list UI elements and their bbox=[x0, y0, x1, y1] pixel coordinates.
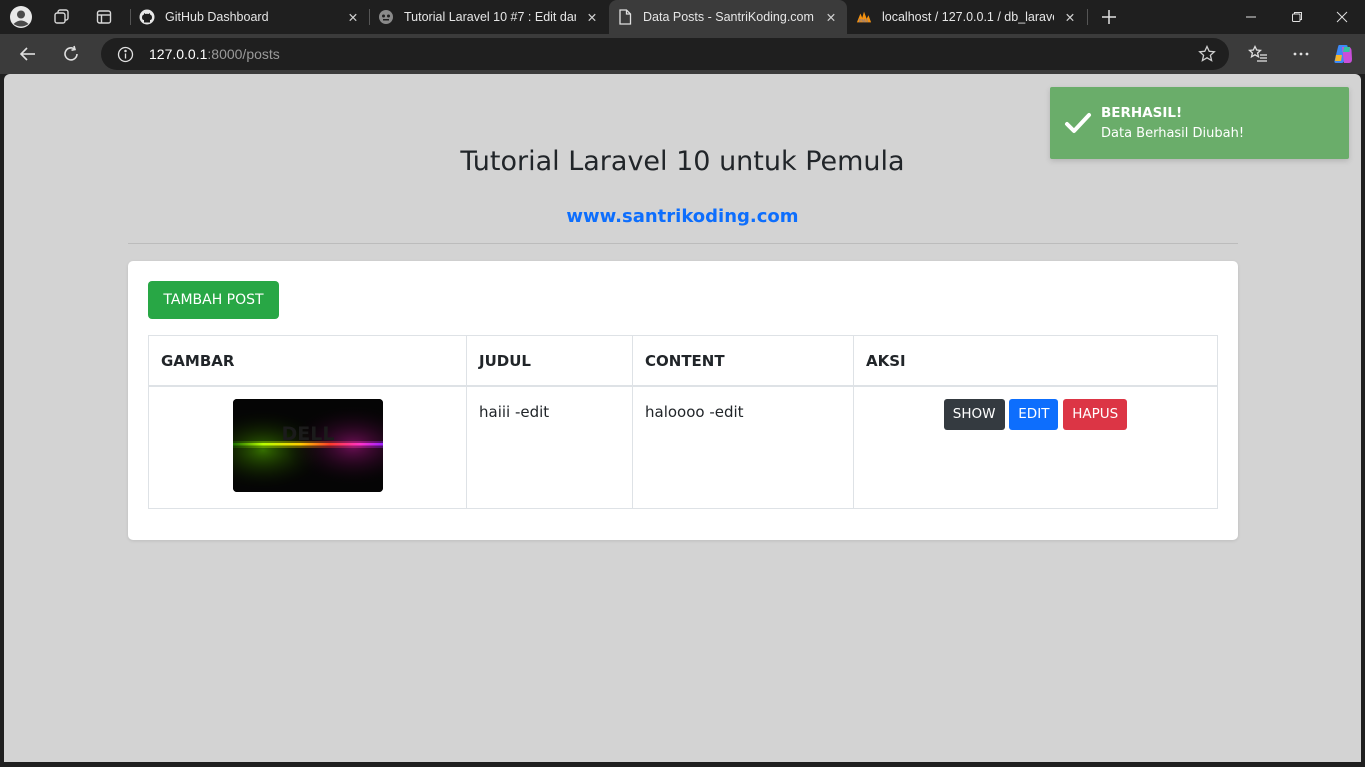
toast-title: BERHASIL! bbox=[1101, 105, 1183, 121]
favorite-star-icon[interactable] bbox=[1197, 44, 1217, 64]
tab-title: localhost / 127.0.0.1 / db_laravel_ bbox=[882, 10, 1054, 24]
window-close-icon[interactable] bbox=[1319, 0, 1365, 34]
favorites-icon[interactable] bbox=[1244, 40, 1272, 68]
address-bar[interactable]: 127.0.0.1:8000/posts bbox=[101, 38, 1229, 70]
tab-title: Data Posts - SantriKoding.com bbox=[643, 10, 814, 24]
browser-toolbar: 127.0.0.1:8000/posts bbox=[0, 34, 1365, 74]
success-toast[interactable]: BERHASIL! Data Berhasil Diubah! bbox=[1050, 87, 1349, 159]
tab-tutorial-laravel[interactable]: Tutorial Laravel 10 #7 : Edit dan Update… bbox=[370, 0, 608, 34]
browser-tab-strip: GitHub Dashboard ✕ Tutorial Laravel 10 #… bbox=[0, 0, 1365, 34]
tab-github-dashboard[interactable]: GitHub Dashboard ✕ bbox=[131, 0, 369, 34]
page-icon bbox=[617, 9, 633, 25]
close-icon[interactable]: ✕ bbox=[582, 7, 602, 27]
divider bbox=[128, 243, 1238, 244]
close-icon[interactable]: ✕ bbox=[821, 7, 841, 27]
phpmyadmin-icon: PMA bbox=[856, 9, 872, 25]
delete-button[interactable]: HAPUS bbox=[1063, 398, 1128, 430]
tab-phpmyadmin[interactable]: PMA localhost / 127.0.0.1 / db_laravel_ … bbox=[848, 0, 1086, 34]
url-path: :8000/posts bbox=[207, 46, 280, 62]
column-header-gambar: GAMBAR bbox=[148, 335, 467, 387]
cell-actions: SHOW EDIT HAPUS bbox=[853, 385, 1218, 509]
info-icon[interactable] bbox=[115, 44, 135, 64]
toast-message: Data Berhasil Diubah! bbox=[1101, 126, 1245, 141]
column-header-content: CONTENT bbox=[632, 335, 854, 387]
profile-avatar-icon[interactable] bbox=[9, 5, 33, 29]
edit-button[interactable]: EDIT bbox=[1009, 398, 1059, 430]
show-button[interactable]: SHOW bbox=[943, 398, 1005, 430]
cell-image: DELL bbox=[148, 385, 467, 509]
tab-data-posts[interactable]: Data Posts - SantriKoding.com ✕ bbox=[609, 0, 847, 34]
tab-title: GitHub Dashboard bbox=[165, 10, 269, 24]
posts-table: GAMBAR JUDUL CONTENT AKSI DELL haiii -ed… bbox=[148, 335, 1218, 509]
santrikoding-icon bbox=[378, 9, 394, 25]
cell-content: haloooo -edit bbox=[632, 385, 854, 509]
vertical-tabs-icon[interactable] bbox=[92, 5, 116, 29]
column-header-judul: JUDUL bbox=[466, 335, 633, 387]
copilot-icon[interactable] bbox=[1329, 40, 1357, 68]
workspaces-icon[interactable] bbox=[50, 5, 74, 29]
github-icon bbox=[139, 9, 155, 25]
back-arrow-icon[interactable] bbox=[14, 40, 42, 68]
svg-text:PMA: PMA bbox=[859, 18, 869, 24]
refresh-icon[interactable] bbox=[57, 40, 85, 68]
url-text: 127.0.0.1:8000/posts bbox=[149, 46, 280, 62]
page-viewport: Tutorial Laravel 10 untuk Pemula www.san… bbox=[4, 74, 1361, 762]
post-thumbnail-image: DELL bbox=[232, 398, 383, 492]
tab-title: Tutorial Laravel 10 #7 : Edit dan Update bbox=[404, 10, 576, 24]
close-icon[interactable]: ✕ bbox=[1060, 7, 1080, 27]
table-header-row: GAMBAR JUDUL CONTENT AKSI bbox=[148, 335, 1218, 387]
restore-icon[interactable] bbox=[1274, 0, 1320, 34]
tab-separator bbox=[1087, 9, 1088, 25]
more-menu-icon[interactable] bbox=[1287, 40, 1315, 68]
cell-judul: haiii -edit bbox=[466, 385, 633, 509]
checkmark-icon bbox=[1065, 113, 1091, 133]
close-icon[interactable]: ✕ bbox=[343, 7, 363, 27]
site-link[interactable]: www.santrikoding.com bbox=[4, 206, 1361, 227]
add-post-button[interactable]: TAMBAH POST bbox=[148, 281, 279, 319]
url-host: 127.0.0.1 bbox=[149, 46, 208, 62]
column-header-aksi: AKSI bbox=[853, 335, 1218, 387]
new-tab-icon[interactable] bbox=[1097, 5, 1121, 29]
table-row: DELL haiii -edit haloooo -edit SHOW EDIT… bbox=[148, 385, 1218, 509]
posts-card: TAMBAH POST GAMBAR JUDUL CONTENT AKSI DE… bbox=[128, 261, 1238, 540]
minimize-icon[interactable] bbox=[1228, 0, 1274, 34]
